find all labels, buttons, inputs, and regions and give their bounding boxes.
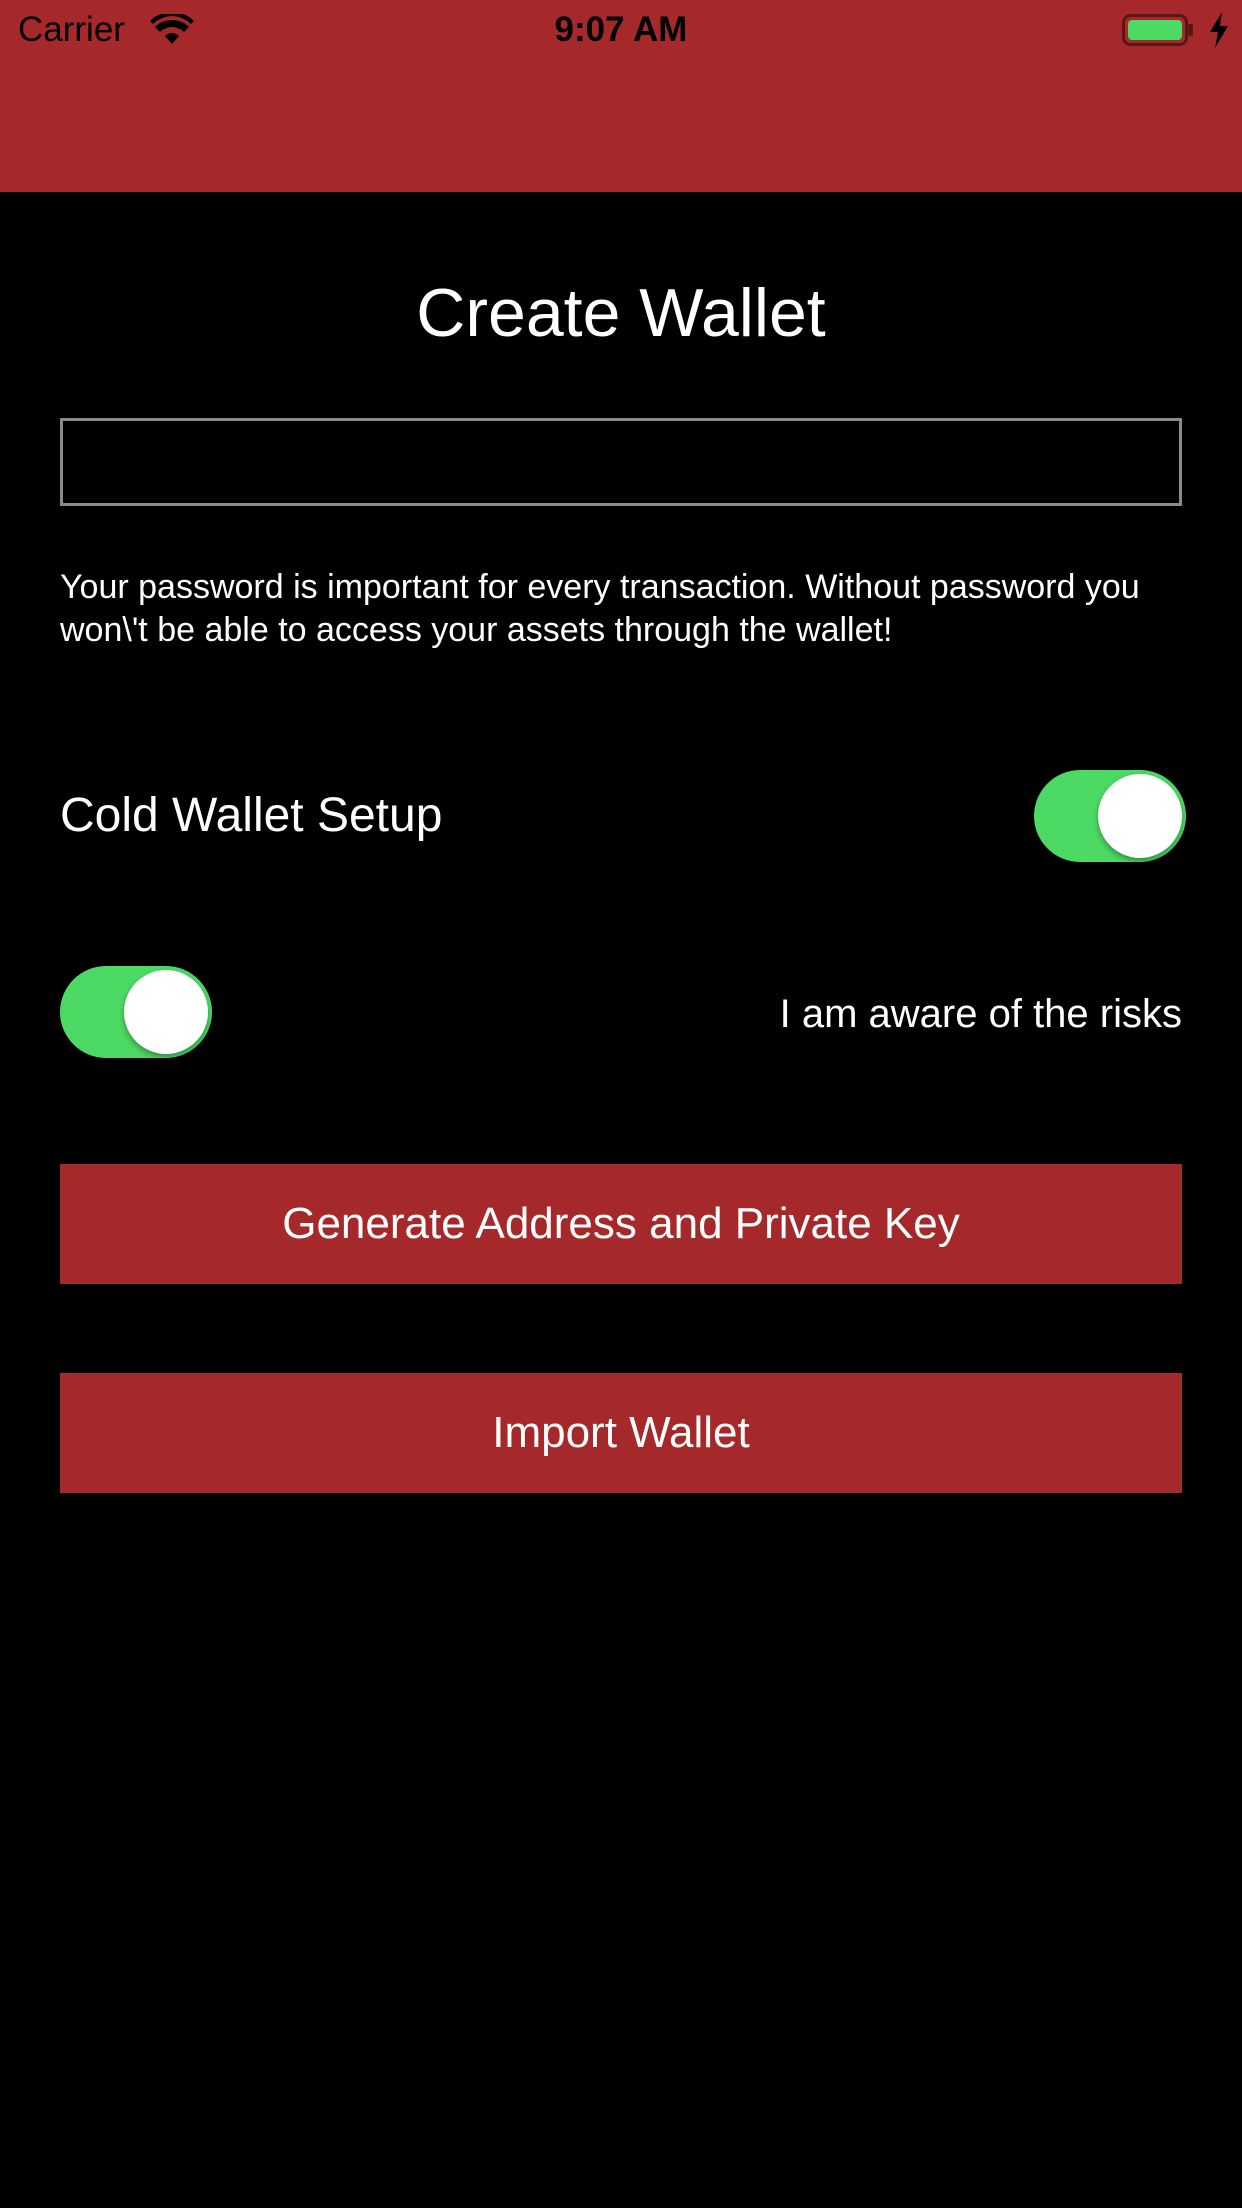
password-input[interactable] (60, 418, 1182, 506)
risk-awareness-toggle[interactable] (60, 966, 212, 1058)
toggle-knob (124, 970, 208, 1054)
page-title: Create Wallet (416, 275, 826, 351)
cold-wallet-setup-toggle[interactable] (1034, 770, 1186, 862)
import-wallet-button[interactable]: Import Wallet (60, 1373, 1182, 1493)
toggle-knob (1098, 774, 1182, 858)
battery-icon (1122, 14, 1193, 46)
status-bar: Carrier 9:07 AM (0, 0, 1242, 62)
password-hint-text: Your password is important for every tra… (60, 568, 1140, 649)
create-wallet-screen: Carrier 9:07 AM Create Wallet Your passw… (0, 0, 1242, 2208)
generate-address-button[interactable]: Generate Address and Private Key (60, 1164, 1182, 1284)
status-time: 9:07 AM (554, 10, 688, 49)
cold-wallet-setup-label: Cold Wallet Setup (60, 789, 443, 842)
risk-awareness-label: I am aware of the risks (779, 992, 1182, 1036)
charging-bolt-icon (1210, 12, 1228, 48)
